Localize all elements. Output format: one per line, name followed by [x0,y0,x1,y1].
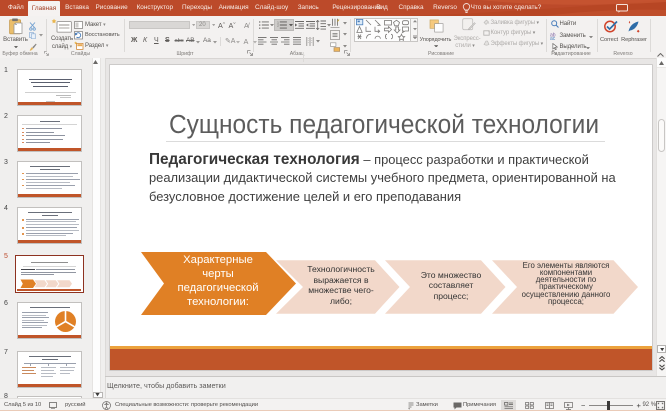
svg-text:ac: ac [550,36,556,40]
svg-text:2: 2 [277,23,279,27]
